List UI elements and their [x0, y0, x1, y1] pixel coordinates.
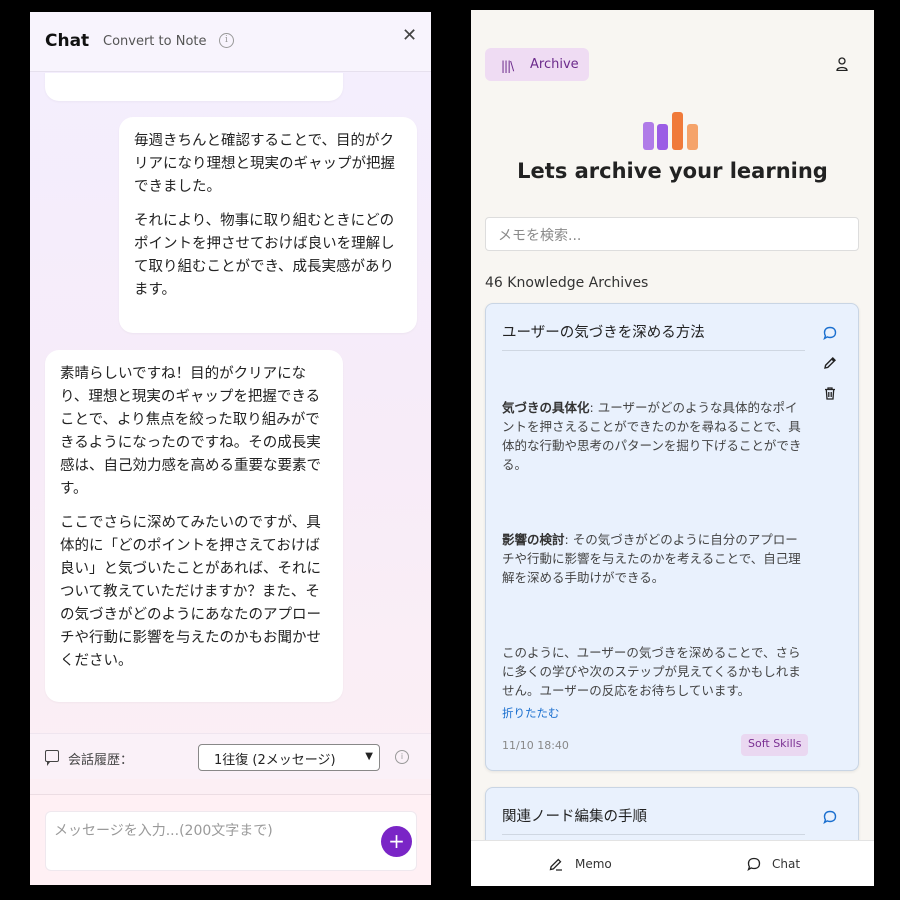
- message-paragraph: 毎週きちんと確認することで、目的がクリアになり理想と現実のギャップが把握できまし…: [134, 133, 395, 195]
- category-tag[interactable]: Soft Skills: [741, 734, 809, 756]
- message-input[interactable]: メッセージを入力...(200文字まで) +: [45, 811, 417, 871]
- assistant-message-bubble: 素晴らしいですね！目的がクリアになり、理想と現実のギャップを把握できることで、よ…: [45, 350, 343, 702]
- logo-bar: [687, 124, 698, 150]
- chevron-down-icon: ▼: [365, 751, 373, 762]
- message-bubble-previous: [45, 73, 343, 101]
- message-list: 毎週きちんと確認することで、目的がクリアになり理想と現実のギャップが把握できまし…: [30, 73, 431, 733]
- history-select-value: 1往復 (2メッセージ): [214, 753, 336, 768]
- pencil-icon[interactable]: [549, 857, 563, 871]
- library-icon: |||\: [501, 59, 514, 73]
- message-paragraph: 素晴らしいですね！目的がクリアになり、理想と現実のギャップを把握できることで、よ…: [60, 366, 321, 497]
- trash-icon[interactable]: [823, 386, 837, 400]
- card-date: 11/10 18:40: [502, 739, 569, 752]
- pencil-icon[interactable]: [823, 356, 837, 370]
- chat-panel: Chat Convert to Note i ✕ 毎週きちんと確認することで、目…: [30, 12, 431, 885]
- archive-card[interactable]: ユーザーの気づきを深める方法 気づきの具体化: ユーザーがどのような具体的なポイ…: [485, 303, 859, 771]
- collapse-link[interactable]: 折りたたむ: [502, 705, 560, 721]
- archive-panel: |||\ Archive Lets archive your learning …: [471, 10, 874, 886]
- chat-icon[interactable]: [747, 857, 761, 871]
- history-select[interactable]: 1往復 (2メッセージ) ▼: [198, 744, 380, 771]
- info-icon[interactable]: i: [395, 750, 409, 764]
- page-title: Lets archive your learning: [517, 159, 828, 183]
- card-title: 関連ノード編集の手順: [502, 809, 647, 825]
- conversation-history-bar: 会話履歴： 1往復 (2メッセージ) ▼ i: [30, 733, 431, 779]
- message-input-placeholder: メッセージを入力...(200文字まで): [54, 823, 273, 839]
- logo-bar: [643, 122, 654, 150]
- user-icon[interactable]: [836, 57, 848, 71]
- archive-tab-label: Archive: [530, 57, 579, 72]
- chat-icon[interactable]: [823, 810, 837, 824]
- card-section: 影響の検討: その気づきがどのように自分のアプローチや行動に影響を与えたのかを考…: [502, 530, 805, 587]
- close-icon[interactable]: ✕: [402, 25, 417, 46]
- card-section: 気づきの具体化: ユーザーがどのような具体的なポイントを押さえることができたのか…: [502, 398, 805, 474]
- chat-header: Chat Convert to Note i ✕: [30, 12, 431, 72]
- archive-count: 46 Knowledge Archives: [485, 275, 649, 291]
- chat-bubble-icon: [45, 750, 59, 766]
- user-message-bubble: 毎週きちんと確認することで、目的がクリアになり理想と現実のギャップが把握できまし…: [119, 117, 417, 333]
- send-button[interactable]: +: [381, 826, 412, 857]
- history-label: 会話履歴：: [68, 753, 134, 768]
- section-heading: 気づきの具体化: [502, 400, 590, 415]
- archive-tab[interactable]: |||\ Archive: [485, 48, 589, 81]
- bottom-nav: Memo Chat: [471, 840, 874, 886]
- chat-icon[interactable]: [823, 326, 837, 340]
- message-input-area: メッセージを入力...(200文字まで) +: [30, 794, 431, 885]
- nav-chat[interactable]: Chat: [772, 857, 800, 871]
- nav-memo[interactable]: Memo: [575, 857, 612, 871]
- logo-bar: [672, 112, 683, 150]
- divider: [502, 350, 805, 351]
- section-text: このように、ユーザーの気づきを深めることで、さらに多くの学びや次のステップが見え…: [502, 645, 801, 698]
- section-heading: 影響の検討: [502, 532, 565, 547]
- chat-title: Chat: [45, 31, 90, 51]
- logo-bar: [657, 124, 668, 150]
- search-placeholder: メモを検索...: [498, 228, 582, 244]
- card-title: ユーザーの気づきを深める方法: [502, 325, 705, 341]
- message-paragraph: それにより、物事に取り組むときにどのポイントを押させておけば良いを理解して取り組…: [134, 213, 395, 298]
- card-section: このように、ユーザーの気づきを深めることで、さらに多くの学びや次のステップが見え…: [502, 643, 805, 700]
- divider: [502, 834, 805, 835]
- search-input[interactable]: メモを検索...: [485, 217, 859, 251]
- convert-to-note-button[interactable]: Convert to Note: [103, 34, 207, 49]
- info-icon[interactable]: i: [219, 33, 234, 48]
- app-logo: [643, 110, 703, 150]
- message-paragraph: ここでさらに深めてみたいのですが、具体的に「どのポイントを押さえておけば良い」と…: [60, 515, 321, 669]
